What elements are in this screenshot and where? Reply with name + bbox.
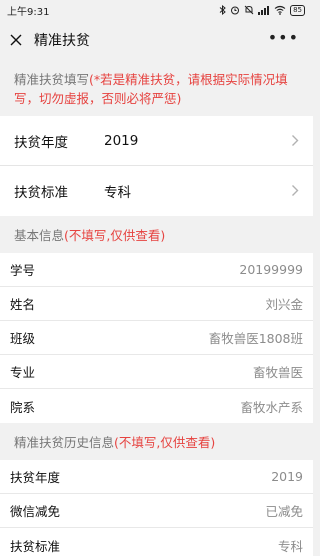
basic-info-list: 学号 20199999 姓名 刘兴金 班级 畜牧兽医1808班 专业 畜牧兽医 … [0, 253, 313, 423]
department-value: 畜牧水产系 [240, 399, 303, 415]
close-icon[interactable] [10, 34, 22, 46]
wechat-waiver-label: 微信减免 [10, 504, 61, 519]
class-row: 班级 畜牧兽医1808班 [0, 321, 313, 355]
history-year-row: 扶贫年度 2019 [0, 460, 313, 494]
signal-icon [258, 6, 270, 15]
more-menu-button[interactable]: ••• [268, 30, 299, 46]
class-label: 班级 [10, 331, 36, 346]
battery-icon: 85 [290, 4, 305, 16]
chevron-right-icon [292, 135, 299, 146]
wifi-icon [274, 5, 286, 15]
alarm-icon [231, 6, 240, 15]
history-info-list: 扶贫年度 2019 微信减免 已减免 扶贫标准 专科 [0, 460, 313, 556]
chevron-right-icon [292, 185, 299, 196]
standard-selector-row[interactable]: 扶贫标准 专科 [0, 166, 313, 216]
history-section-title: 精准扶贫历史信息 [14, 435, 115, 450]
major-row: 专业 畜牧兽医 [0, 355, 313, 389]
class-value: 畜牧兽医1808班 [208, 331, 303, 346]
major-value: 畜牧兽医 [252, 365, 303, 380]
year-label: 扶贫年度 [14, 134, 68, 151]
major-label: 专业 [10, 365, 36, 380]
wechat-waiver-row: 微信减免 已减免 [0, 494, 313, 528]
student-id-row: 学号 20199999 [0, 253, 313, 287]
history-year-label: 扶贫年度 [10, 470, 61, 485]
year-selector-row[interactable]: 扶贫年度 2019 [0, 116, 313, 166]
status-bar: 上午9:31 85 [0, 0, 313, 20]
name-value: 刘兴金 [265, 297, 303, 312]
history-year-value: 2019 [271, 469, 303, 484]
student-id-label: 学号 [10, 263, 36, 278]
year-value: 2019 [104, 132, 139, 149]
fill-form: 扶贫年度 2019 扶贫标准 专科 [0, 116, 313, 216]
mute-icon [244, 5, 254, 15]
fill-section-title: 精准扶贫填写 [14, 72, 90, 87]
fill-section-header: 精准扶贫填写(*若是精准扶贫，请根据实际情况填写，切勿虚报，否则必将严惩) [0, 60, 313, 116]
nav-bar: 精准扶贫 ••• [0, 20, 313, 60]
page-title: 精准扶贫 [34, 33, 90, 49]
department-label: 院系 [10, 399, 36, 415]
basic-section-header: 基本信息(不填写,仅供查看) [0, 216, 313, 253]
standard-label: 扶贫标准 [14, 185, 68, 201]
student-id-value: 20199999 [239, 262, 303, 277]
history-section-note: (不填写,仅供查看) [114, 435, 216, 450]
name-label: 姓名 [10, 297, 36, 312]
standard-value: 专科 [104, 185, 131, 201]
wechat-waiver-value: 已减免 [265, 504, 303, 519]
department-row: 院系 畜牧水产系 [0, 389, 313, 423]
name-row: 姓名 刘兴金 [0, 287, 313, 321]
status-time: 上午9:31 [7, 6, 50, 18]
bluetooth-icon [219, 5, 226, 15]
history-standard-row: 扶贫标准 专科 [0, 528, 313, 556]
history-standard-value: 专科 [277, 538, 303, 554]
basic-section-note: (不填写,仅供查看) [64, 228, 166, 243]
basic-section-title: 基本信息 [14, 228, 65, 243]
history-standard-label: 扶贫标准 [10, 538, 61, 554]
history-section-header: 精准扶贫历史信息(不填写,仅供查看) [0, 423, 313, 460]
status-icons: 85 [219, 4, 305, 16]
